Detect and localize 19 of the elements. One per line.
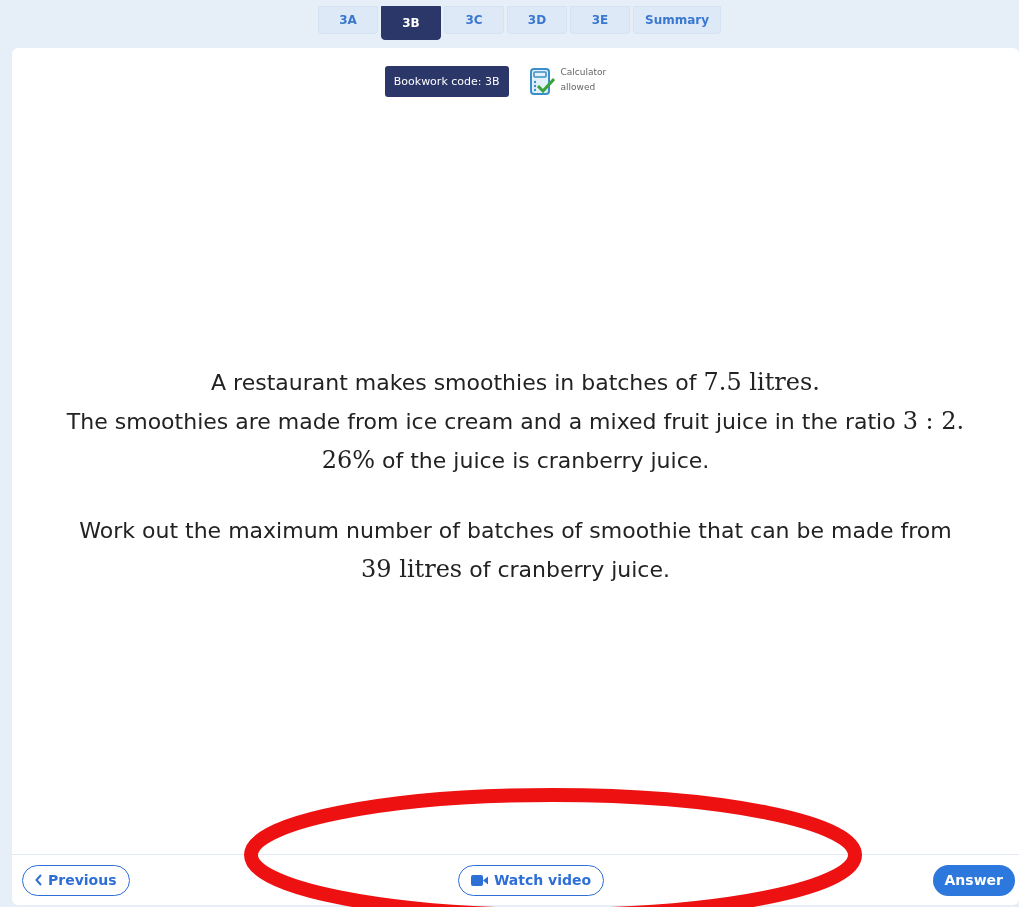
chevron-left-icon xyxy=(35,874,43,886)
bookwork-code-badge: Bookwork code: 3B xyxy=(384,66,509,97)
tab[interactable]: 3C xyxy=(444,6,504,34)
question-text: Work out the maximum number of batches of smoothie that can be made from 39 litres of cranberry juice. xyxy=(78,516,953,585)
tab[interactable]: 3A xyxy=(318,6,378,34)
tab[interactable]: 3D xyxy=(507,6,567,34)
tab[interactable]: Summary xyxy=(633,6,722,34)
question-text: 26% of the juice is cranberry juice. xyxy=(321,444,710,476)
tab[interactable]: 3E xyxy=(570,6,630,34)
calculator-check-icon xyxy=(528,66,555,97)
answer-button[interactable]: Answer xyxy=(932,864,1015,896)
calculator-status: allowed xyxy=(560,81,597,92)
question-text: A restaurant makes smoothies in batches of 7.5 litres. xyxy=(211,366,820,398)
calculator-label: Calculator xyxy=(560,66,607,77)
tab[interactable]: 3B xyxy=(381,6,441,40)
previous-button[interactable]: Previous xyxy=(22,864,130,896)
video-camera-icon xyxy=(470,874,489,886)
watch-video-button[interactable]: Watch video xyxy=(457,864,605,896)
question-text: The smoothies are made from ice cream and a mixed fruit juice in the ratio 3 : 2. xyxy=(66,405,965,437)
